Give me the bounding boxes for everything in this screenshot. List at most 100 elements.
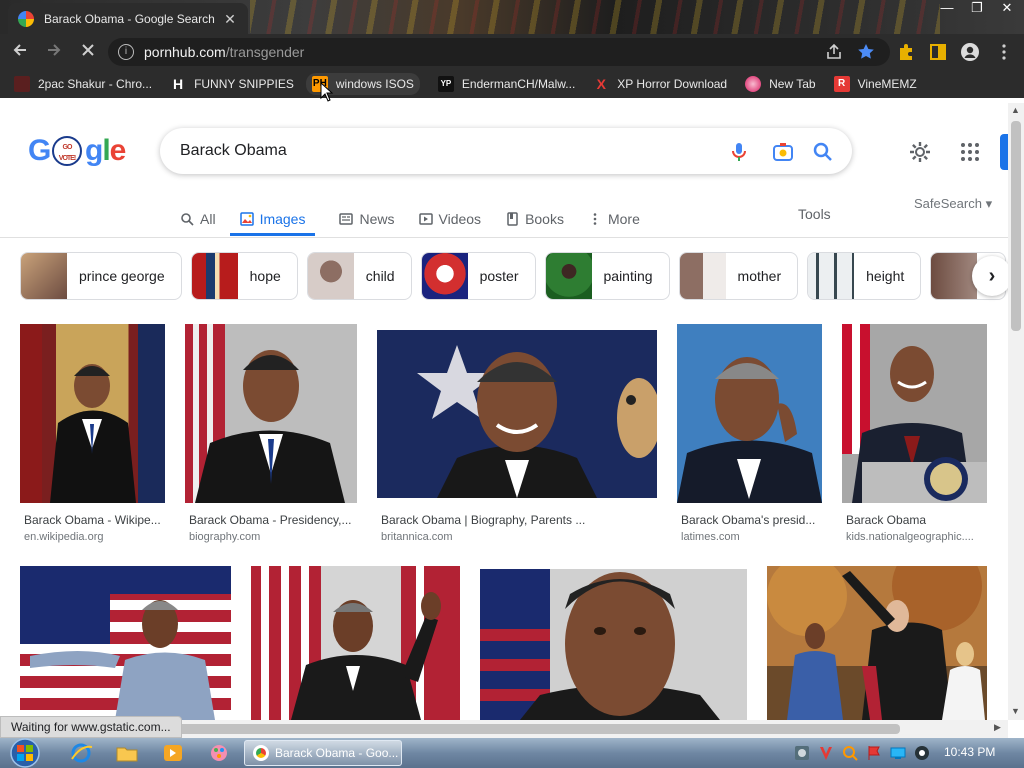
bookmark-label: windows ISOS — [335, 77, 414, 91]
chip-prince-george[interactable]: prince george — [20, 252, 182, 300]
search-submit-icon[interactable] — [812, 141, 834, 163]
image-result[interactable] — [20, 566, 231, 720]
paint-app-icon[interactable] — [208, 743, 230, 763]
tray-search-icon[interactable] — [842, 745, 858, 761]
bookmark-vinememz[interactable]: R VineMEMZ — [833, 76, 917, 92]
image-result[interactable]: Barack Obama's presid... latimes.com — [677, 324, 822, 546]
image-result[interactable]: Barack Obama | Biography, Parents ... br… — [377, 330, 657, 546]
tab-videos[interactable]: Videos — [418, 204, 481, 234]
minimize-icon[interactable]: — — [932, 0, 962, 18]
vertical-scrollbar[interactable]: ▲ ▼ — [1008, 103, 1024, 720]
volume-icon[interactable] — [914, 745, 930, 761]
taskbar-clock[interactable]: 10:43 PM — [944, 745, 995, 759]
extensions-icon[interactable] — [896, 42, 916, 62]
chip-thumbnail — [21, 253, 67, 299]
scroll-right-icon[interactable]: ▶ — [994, 722, 1001, 733]
chip-thumbnail — [191, 253, 238, 299]
network-icon[interactable] — [890, 745, 906, 761]
chip-thumbnail — [931, 253, 978, 299]
safesearch-dropdown[interactable]: SafeSearch ▾ — [914, 196, 992, 212]
side-panel-icon[interactable] — [928, 42, 948, 62]
bookmark-label: XP Horror Download — [617, 77, 728, 91]
window-close-icon[interactable]: ✕ — [992, 0, 1022, 18]
apps-grid-icon[interactable] — [958, 140, 982, 164]
browser-tab[interactable]: Barack Obama - Google Search ✕ — [8, 3, 248, 34]
chips-next-icon[interactable]: › — [972, 256, 1012, 296]
result-thumbnail — [251, 566, 460, 720]
internet-explorer-icon[interactable] — [70, 743, 92, 763]
forward-icon[interactable] — [40, 38, 68, 66]
tools-button[interactable]: Tools — [798, 206, 831, 222]
result-thumbnail — [185, 324, 357, 503]
scroll-down-icon[interactable]: ▼ — [1011, 706, 1020, 716]
go-vote-badge: GO VOTE! — [52, 136, 82, 166]
restore-icon[interactable]: ❐ — [962, 0, 992, 18]
image-result[interactable]: Barack Obama - Wikipe... en.wikipedia.or… — [20, 324, 165, 546]
camera-search-icon[interactable] — [772, 141, 794, 163]
voice-search-icon[interactable] — [728, 141, 750, 163]
chip-child[interactable]: child — [306, 252, 412, 300]
search-query: Barack Obama — [180, 142, 287, 159]
file-explorer-icon[interactable] — [116, 743, 138, 763]
stop-loading-icon[interactable] — [74, 38, 102, 66]
start-button-icon[interactable] — [6, 738, 44, 768]
result-thumbnail — [767, 566, 987, 720]
video-icon — [418, 213, 433, 225]
chip-height[interactable]: height — [807, 252, 922, 300]
tray-app-icon[interactable] — [794, 745, 810, 761]
profile-avatar-icon[interactable] — [960, 42, 980, 62]
action-center-flag-icon[interactable] — [866, 745, 882, 761]
tab-books[interactable]: Books — [505, 204, 564, 234]
site-info-icon[interactable]: i — [118, 44, 134, 60]
address-bar[interactable]: i pornhub.com/transgender — [108, 38, 890, 66]
google-doodle-logo[interactable]: Google GO VOTE! — [28, 134, 126, 170]
google-header: Google GO VOTE! Barack Obama All Images … — [0, 98, 1010, 238]
tab-news[interactable]: News — [339, 204, 395, 234]
media-player-icon[interactable] — [162, 743, 184, 763]
chip-mother[interactable]: mother — [678, 252, 799, 300]
image-result[interactable]: Barack Obama - Presidency,... biography.… — [185, 324, 357, 546]
bookmark-endermanch[interactable]: YP EndermanCH/Malw... — [437, 76, 575, 92]
image-result[interactable]: Barack Obama kids.nationalgeographic.... — [842, 324, 987, 546]
tab-images[interactable]: Images — [229, 204, 316, 236]
chip-painting[interactable]: painting — [544, 252, 670, 300]
vertical-scroll-thumb[interactable] — [1011, 121, 1021, 331]
antivirus-icon[interactable] — [818, 745, 834, 761]
bookmark-label: VineMEMZ — [857, 77, 917, 91]
share-icon[interactable] — [824, 42, 844, 62]
chip-hope[interactable]: hope — [190, 252, 298, 300]
bookmark-2pac[interactable]: 2pac Shakur - Chro... — [14, 76, 152, 92]
image-result[interactable] — [767, 566, 987, 720]
chip-thumbnail — [808, 253, 855, 299]
tab-close-icon[interactable]: ✕ — [222, 11, 238, 27]
scroll-up-icon[interactable]: ▲ — [1011, 105, 1020, 115]
bookmark-label: 2pac Shakur - Chro... — [38, 77, 153, 91]
chip-thumbnail — [307, 253, 354, 299]
tab-title: Barack Obama - Google Search — [44, 11, 215, 26]
result-thumbnail — [20, 566, 231, 720]
screen: { "browser": { "tab_title": "Barack Obam… — [0, 0, 1024, 768]
bookmark-xp-horror[interactable]: X XP Horror Download — [593, 76, 728, 92]
chip-thumbnail — [679, 253, 726, 299]
result-thumbnail — [677, 324, 822, 503]
r-favicon-icon: R — [833, 76, 850, 92]
tab-all[interactable]: All — [180, 204, 216, 234]
image-result[interactable] — [480, 569, 747, 720]
bookmark-new-tab[interactable]: New Tab — [745, 76, 816, 92]
back-icon[interactable] — [6, 38, 34, 66]
taskbar-chrome-window[interactable]: Barack Obama - Goo... — [244, 740, 402, 766]
yp-favicon-icon: YP — [437, 76, 454, 92]
chip-thumbnail — [545, 253, 592, 299]
bookmark-funny-snippies[interactable]: H FUNNY SNIPPIES — [170, 76, 294, 92]
bookmark-label: FUNNY SNIPPIES — [194, 77, 294, 91]
settings-gear-icon[interactable] — [908, 140, 932, 164]
url-path: /transgender — [225, 44, 305, 60]
image-result[interactable] — [251, 566, 460, 720]
result-thumbnail — [842, 324, 987, 503]
browser-menu-icon[interactable] — [994, 42, 1014, 62]
bookmark-star-icon[interactable] — [856, 42, 876, 62]
book-icon — [507, 212, 518, 226]
chip-thumbnail — [421, 253, 468, 299]
chip-poster[interactable]: poster — [420, 252, 536, 300]
tab-more[interactable]: More — [588, 204, 640, 234]
